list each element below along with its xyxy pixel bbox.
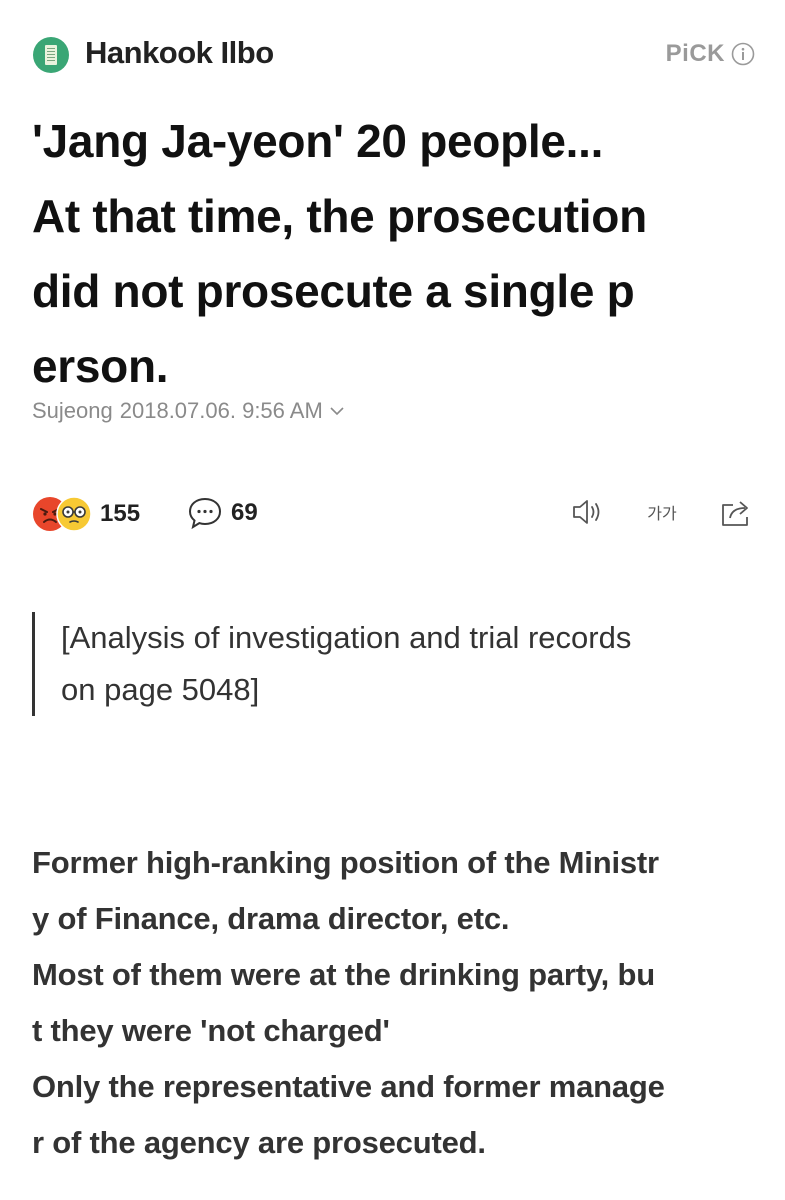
quote-line: on page 5048] bbox=[61, 672, 260, 707]
speaker-icon bbox=[573, 500, 600, 524]
share-icon bbox=[722, 501, 748, 526]
body-line: Former high-ranking position of the Mini… bbox=[32, 845, 659, 880]
comment-button[interactable]: 69 bbox=[187, 496, 258, 530]
body-line: r of the agency are prosecuted. bbox=[32, 1125, 486, 1160]
headline-line: 'Jang Ja-yeon' 20 people... bbox=[32, 115, 604, 167]
comment-count: 69 bbox=[231, 499, 258, 526]
glasses-face-icon bbox=[56, 496, 92, 532]
speech-bubble-icon bbox=[188, 497, 222, 530]
summary-quote: [Analysis of investigation and trial rec… bbox=[32, 612, 754, 716]
press-name[interactable]: Hankook Ilbo bbox=[85, 35, 274, 71]
pick-badge[interactable]: PiCK bbox=[666, 39, 755, 69]
font-size-label: 가가 bbox=[647, 504, 677, 523]
body-line: Most of them were at the drinking party,… bbox=[32, 957, 655, 992]
quote-text: [Analysis of investigation and trial rec… bbox=[61, 612, 754, 716]
author-name: Sujeong bbox=[32, 398, 113, 423]
article-meta[interactable]: Sujeong 2018.07.06. 9:56 AM bbox=[32, 398, 345, 424]
article-tools: 가가 bbox=[570, 494, 754, 530]
tts-button[interactable] bbox=[570, 494, 606, 530]
article-body: Former high-ranking position of the Mini… bbox=[32, 835, 772, 1171]
logo-paper bbox=[45, 45, 57, 65]
article-headline: 'Jang Ja-yeon' 20 people... At that time… bbox=[32, 104, 772, 404]
headline-line: erson. bbox=[32, 340, 169, 392]
headline-line: did not prosecute a single p bbox=[32, 265, 635, 317]
reaction-summary[interactable]: 155 bbox=[32, 496, 140, 532]
body-line: y of Finance, drama director, etc. bbox=[32, 901, 510, 936]
publish-date: 2018.07.06. 9:56 AM bbox=[119, 398, 323, 423]
press-header: Hankook Ilbo PiCK bbox=[33, 30, 755, 80]
body-line: Only the representative and former manag… bbox=[32, 1069, 665, 1104]
headline-line: At that time, the prosecution bbox=[32, 190, 647, 242]
info-circle-icon[interactable] bbox=[731, 42, 755, 66]
newspaper-logo-icon[interactable] bbox=[33, 37, 69, 73]
chevron-down-icon[interactable] bbox=[329, 405, 345, 417]
article-actions: 155 69 가가 bbox=[32, 492, 754, 540]
body-line: t they were 'not charged' bbox=[32, 1013, 390, 1048]
pick-label: PiCK bbox=[665, 40, 725, 67]
share-button[interactable] bbox=[718, 494, 754, 530]
reaction-count: 155 bbox=[100, 500, 141, 527]
font-size-button[interactable]: 가가 bbox=[644, 494, 680, 530]
quote-line: [Analysis of investigation and trial rec… bbox=[61, 620, 632, 655]
